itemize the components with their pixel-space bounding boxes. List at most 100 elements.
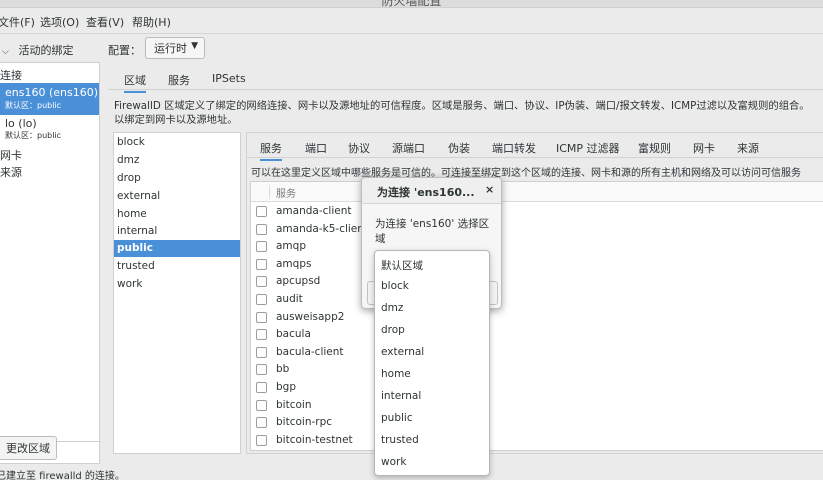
tab-rich-rules[interactable]: 富规则 <box>638 140 671 156</box>
zone-item[interactable]: internal <box>114 223 240 240</box>
zone-item[interactable]: work <box>114 276 240 293</box>
service-name: bb <box>276 363 290 376</box>
service-name: bacula-client <box>276 345 344 358</box>
services-description: 可以在这里定义区域中哪些服务是可信的。可连接至绑定到这个区域的连接、网卡和源的所… <box>251 168 801 179</box>
connection-lo-zone: 默认区：public <box>5 131 62 140</box>
dropdown-option[interactable]: drop <box>381 324 405 336</box>
dropdown-option[interactable]: home <box>381 368 411 380</box>
tab-interfaces[interactable]: 网卡 <box>693 140 715 156</box>
menu-options[interactable]: 选项(O) <box>40 14 79 30</box>
tab-zones[interactable]: 区域 <box>124 72 146 93</box>
table-row[interactable]: amanda-client <box>251 203 823 221</box>
menu-view[interactable]: 查看(V) <box>86 14 124 30</box>
active-bindings-header[interactable]: ⌵ 活动的绑定 <box>0 42 74 58</box>
connection-ens160[interactable]: ens160 (ens160) <box>5 86 98 99</box>
tab-ports[interactable]: 端口 <box>305 140 327 156</box>
service-checkbox[interactable] <box>256 311 267 323</box>
service-name: amqps <box>276 257 312 270</box>
config-value: 运行时 <box>154 42 187 55</box>
table-row[interactable]: audit <box>251 291 823 309</box>
tab-port-forwarding[interactable]: 端口转发 <box>492 140 536 156</box>
connection-ens160-zone: 默认区：public <box>5 101 62 110</box>
status-text: 已建立至 firewalld 的连接。 <box>0 471 125 480</box>
service-name: apcupsd <box>276 275 321 288</box>
dropdown-option[interactable]: external <box>381 346 424 358</box>
dialog-title: 为连接 'ens160... <box>377 186 475 199</box>
dialog-message: 为连接 'ens160' 选择区域 <box>375 218 490 245</box>
table-row[interactable]: bitcoin <box>251 397 823 415</box>
service-name: amanda-client <box>276 205 352 217</box>
service-checkbox[interactable] <box>256 417 267 429</box>
service-checkbox[interactable] <box>256 206 267 217</box>
services-table: 服务 amanda-client amanda-k5-client amqp a… <box>250 181 823 451</box>
service-checkbox[interactable] <box>256 364 267 376</box>
window-titlebar: 防火墙配置 <box>0 0 823 8</box>
table-row[interactable]: amqp <box>251 238 823 256</box>
zone-description-line1: FirewallD 区域定义了绑定的网络连接、网卡以及源地址的可信程度。区域是服… <box>114 100 810 112</box>
tab-zone-services[interactable]: 服务 <box>260 140 282 161</box>
service-checkbox[interactable] <box>256 399 267 411</box>
change-zone-button[interactable]: 更改区域 <box>0 436 57 460</box>
header-separator <box>269 185 270 199</box>
zone-item[interactable]: dmz <box>114 152 240 169</box>
tab-services[interactable]: 服务 <box>168 72 190 88</box>
table-row[interactable]: bitcoin-rpc <box>251 414 823 432</box>
table-row[interactable]: amqps <box>251 256 823 274</box>
service-checkbox[interactable] <box>256 258 267 270</box>
tab-protocols[interactable]: 协议 <box>348 140 370 156</box>
service-checkbox[interactable] <box>256 294 267 305</box>
tab-sources[interactable]: 来源 <box>737 140 759 156</box>
zone-item[interactable]: external <box>114 188 240 205</box>
services-table-header: 服务 <box>251 182 823 202</box>
service-name: bacula <box>276 328 311 341</box>
zone-item[interactable]: home <box>114 206 240 223</box>
dropdown-option[interactable]: internal <box>381 390 421 402</box>
service-checkbox[interactable] <box>256 276 267 288</box>
menubar: 文件(F) 选项(O) 查看(V) 帮助(H) <box>0 8 823 34</box>
service-checkbox[interactable] <box>256 241 267 253</box>
table-row[interactable]: bb <box>251 361 823 379</box>
zone-select-dropdown: 默认区域 block dmz drop external home intern… <box>374 250 490 476</box>
table-row[interactable]: apcupsd <box>251 273 823 291</box>
menu-file[interactable]: 文件(F) <box>0 14 35 30</box>
zone-item[interactable]: trusted <box>114 258 240 275</box>
menu-help[interactable]: 帮助(H) <box>132 14 171 30</box>
service-name: audit <box>276 293 303 305</box>
section-connections: 连接 <box>0 69 22 82</box>
service-name: bitcoin-rpc <box>276 416 333 429</box>
service-checkbox[interactable] <box>256 329 267 341</box>
table-row[interactable]: ausweisapp2 <box>251 309 823 327</box>
window-title: 防火墙配置 <box>381 0 442 8</box>
top-tabs-line <box>108 89 823 90</box>
tab-ipsets[interactable]: IPSets <box>212 72 246 85</box>
table-row[interactable]: bgp <box>251 379 823 397</box>
dropdown-option[interactable]: dmz <box>381 302 403 314</box>
zone-item-selected[interactable]: public <box>114 240 240 257</box>
services-column-header[interactable]: 服务 <box>276 185 296 200</box>
close-icon[interactable]: × <box>485 183 494 196</box>
service-checkbox[interactable] <box>256 223 267 235</box>
table-row[interactable]: bitcoin-testnet <box>251 432 823 450</box>
table-row[interactable]: bacula-client <box>251 344 823 362</box>
table-row[interactable]: amanda-k5-client <box>251 221 823 239</box>
tab-icmp-filter[interactable]: ICMP 过滤器 <box>556 140 620 156</box>
zone-item[interactable]: drop <box>114 170 240 187</box>
service-checkbox[interactable] <box>256 382 267 393</box>
connection-lo[interactable]: lo (lo) <box>5 117 37 130</box>
service-checkbox[interactable] <box>256 346 267 358</box>
dropdown-option[interactable]: trusted <box>381 434 419 446</box>
service-checkbox[interactable] <box>256 434 267 446</box>
service-name: bitcoin <box>276 398 312 411</box>
dropdown-option[interactable]: 默认区域 <box>381 258 423 273</box>
config-select[interactable]: 运行时 ▼ <box>145 37 205 59</box>
service-name: amqp <box>276 240 306 253</box>
section-interfaces: 网卡 <box>0 149 22 162</box>
dropdown-option[interactable]: work <box>381 456 406 468</box>
table-row[interactable]: bacula <box>251 326 823 344</box>
zone-item[interactable]: block <box>114 134 240 151</box>
tab-source-ports[interactable]: 源端口 <box>392 140 425 156</box>
dropdown-option[interactable]: block <box>381 280 409 292</box>
dropdown-option[interactable]: public <box>381 412 413 424</box>
tab-masquerade[interactable]: 伪装 <box>448 140 470 156</box>
inner-tabs-line <box>247 157 823 158</box>
